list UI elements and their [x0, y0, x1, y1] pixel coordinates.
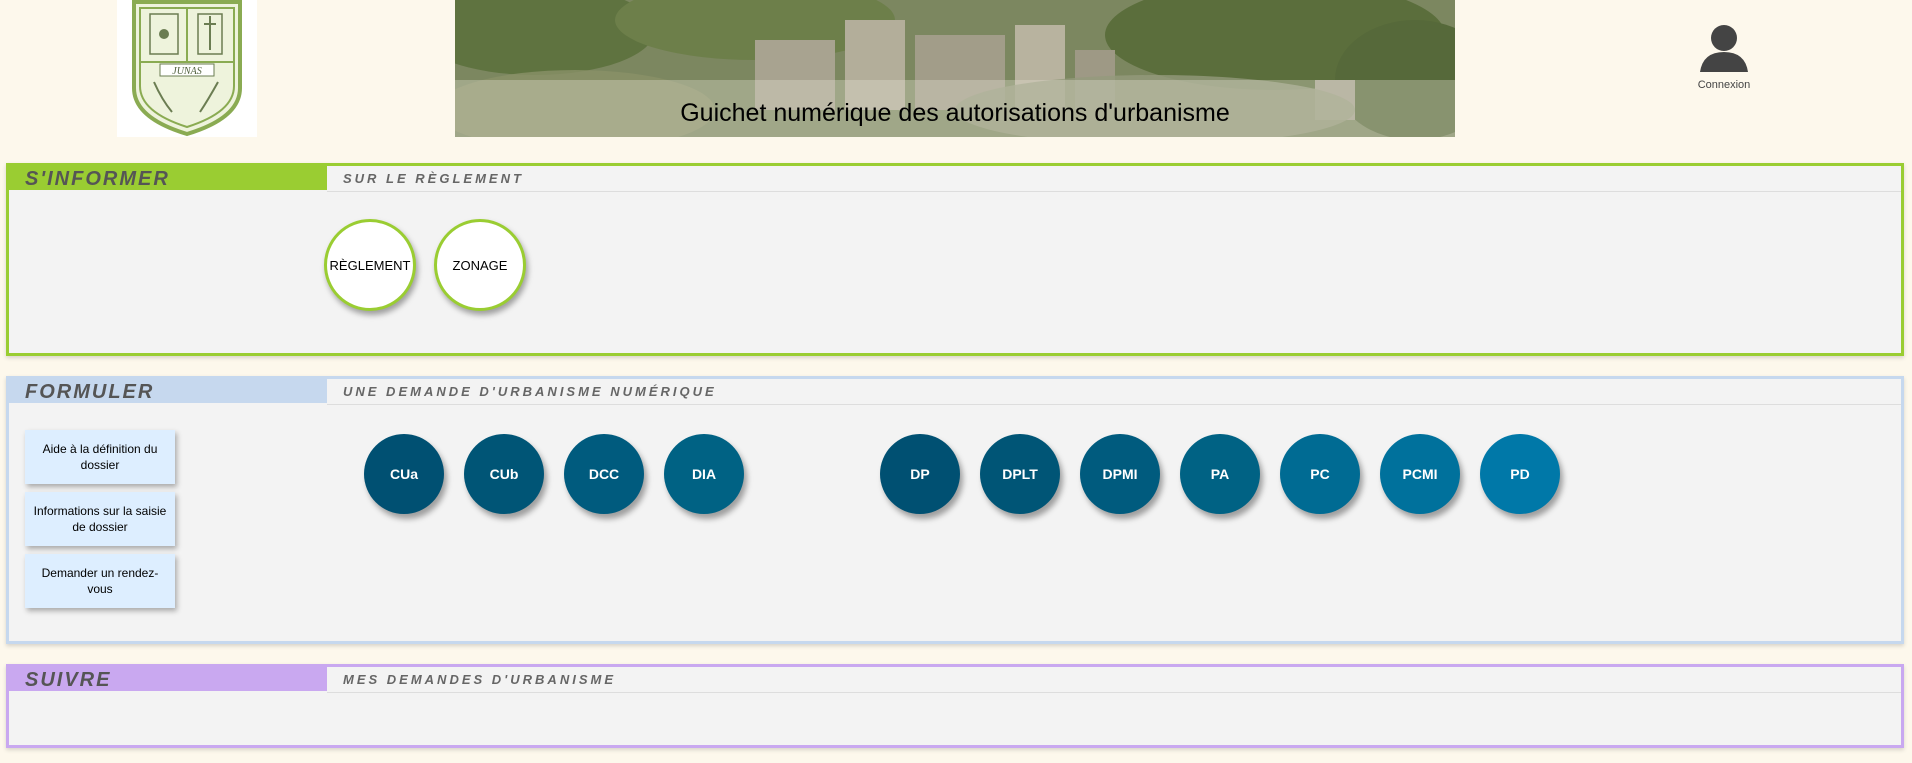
header-banner: Guichet numérique des autorisations d'ur…: [455, 0, 1455, 137]
formuler-section: FORMULER UNE DEMANDE D'URBANISME NUMÉRIQ…: [6, 376, 1904, 644]
logo-text: JUNAS: [172, 66, 201, 77]
suivre-subtitle: MES DEMANDES D'URBANISME: [327, 667, 1901, 693]
form-cub-button[interactable]: CUb: [464, 434, 544, 514]
formuler-subtitle: UNE DEMANDE D'URBANISME NUMÉRIQUE: [327, 379, 1901, 405]
form-pcmi-button[interactable]: PCMI: [1380, 434, 1460, 514]
form-dp-button[interactable]: DP: [880, 434, 960, 514]
login-button[interactable]: Connexion: [1680, 22, 1768, 91]
form-pd-button[interactable]: PD: [1480, 434, 1560, 514]
formuler-title: FORMULER: [9, 379, 327, 403]
form-pc-button[interactable]: PC: [1280, 434, 1360, 514]
informer-section: S'INFORMER SUR LE RÈGLEMENT RÈGLEMENT ZO…: [6, 163, 1904, 356]
help-definition-button[interactable]: Aide à la définition du dossier: [25, 430, 175, 484]
informer-subtitle: SUR LE RÈGLEMENT: [327, 166, 1901, 192]
form-dcc-button[interactable]: DCC: [564, 434, 644, 514]
form-cua-button[interactable]: CUa: [364, 434, 444, 514]
suivre-title: SUIVRE: [9, 667, 327, 691]
user-icon: [1700, 25, 1748, 72]
form-dpmi-button[interactable]: DPMI: [1080, 434, 1160, 514]
suivre-section: SUIVRE MES DEMANDES D'URBANISME: [6, 664, 1904, 748]
zonage-button[interactable]: ZONAGE: [434, 219, 526, 311]
municipal-coat-of-arms-logo: JUNAS: [117, 0, 257, 137]
appointment-button[interactable]: Demander un rendez-vous: [25, 554, 175, 608]
form-pa-button[interactable]: PA: [1180, 434, 1260, 514]
informer-title: S'INFORMER: [9, 166, 327, 190]
help-input-info-button[interactable]: Informations sur la saisie de dossier: [25, 492, 175, 546]
form-dplt-button[interactable]: DPLT: [980, 434, 1060, 514]
login-label: Connexion: [1697, 79, 1751, 91]
reglement-button[interactable]: RÈGLEMENT: [324, 219, 416, 311]
form-dia-button[interactable]: DIA: [664, 434, 744, 514]
page-title: Guichet numérique des autorisations d'ur…: [680, 99, 1230, 127]
